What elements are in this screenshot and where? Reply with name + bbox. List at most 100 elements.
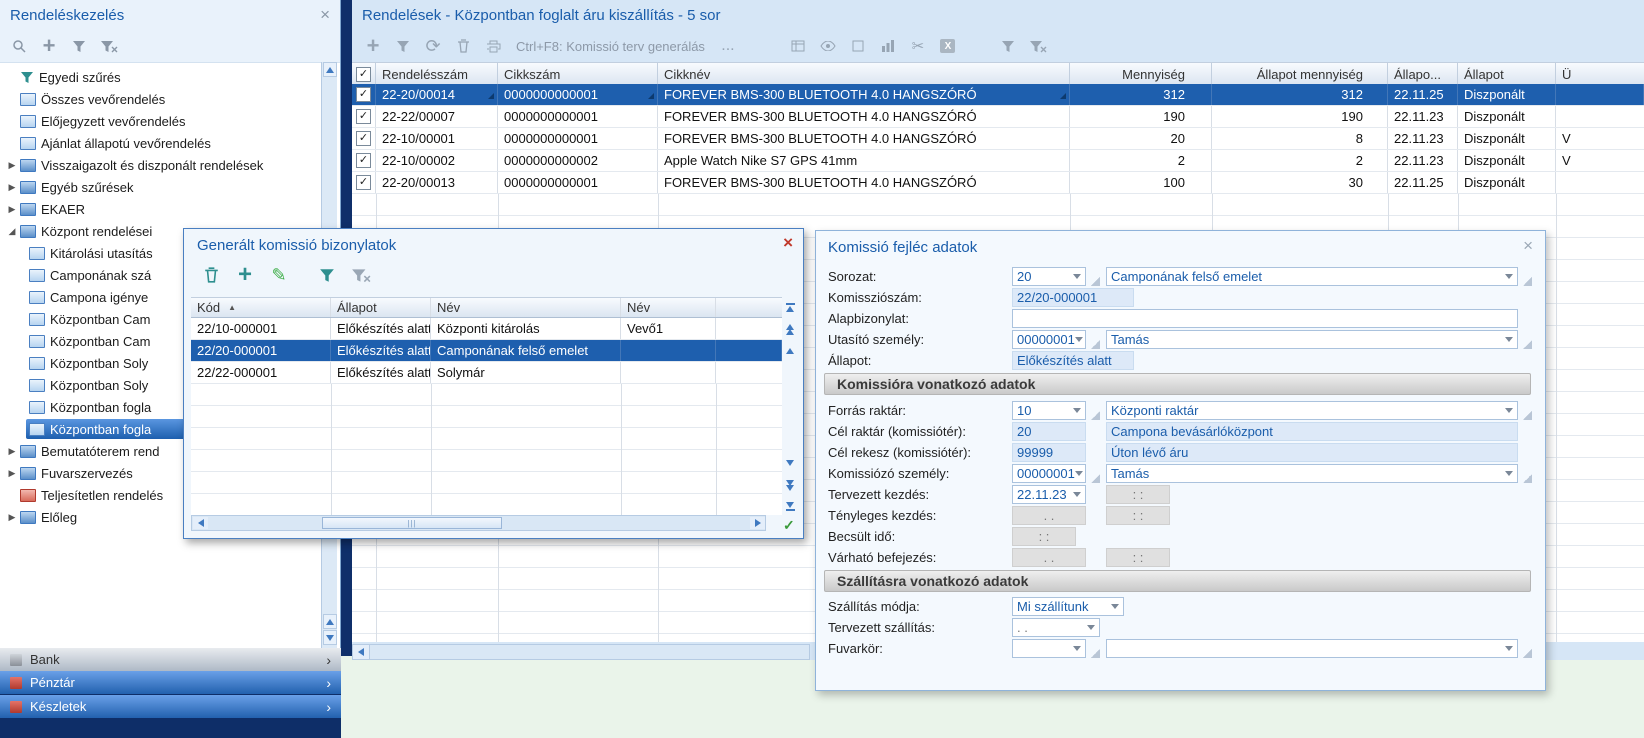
- scroll-to-bottom-icon[interactable]: [782, 499, 798, 515]
- column-header-nev-1[interactable]: Név: [431, 298, 621, 317]
- target-warehouse-name-field[interactable]: Campona bevásárlóközpont: [1106, 422, 1518, 441]
- cell-order-no[interactable]: 22-10/00001: [376, 128, 498, 149]
- close-icon[interactable]: ×: [320, 6, 330, 23]
- cell-qty[interactable]: 2: [1070, 150, 1212, 171]
- tree-item-egyeb-szuresek[interactable]: ▶Egyéb szűrések: [0, 176, 321, 198]
- column-header-status-qty[interactable]: Állapot mennyiség: [1212, 63, 1388, 85]
- cell-allapot[interactable]: Előkészítés alatt: [331, 340, 431, 361]
- column-header-kod[interactable]: Kód▲: [191, 298, 331, 317]
- chevron-right-icon[interactable]: ▶: [7, 204, 17, 215]
- tree-item-ekaer[interactable]: ▶EKAER: [0, 198, 321, 220]
- picker-name-select[interactable]: Tamás: [1106, 464, 1518, 483]
- cell-item-name[interactable]: FOREVER BMS-300 BLUETOOTH 4.0 HANGSZÓRÓ: [658, 172, 1070, 193]
- cell-status-date[interactable]: 22.11.25: [1388, 84, 1458, 105]
- cell-nev-2[interactable]: Vevő1: [621, 318, 716, 339]
- cell-allapot[interactable]: Előkészítés alatt: [331, 318, 431, 339]
- tree-item-elojegyzett[interactable]: Előjegyzett vevőrendelés: [0, 110, 321, 132]
- line-down-icon[interactable]: [782, 455, 798, 471]
- dialog-hscrollbar[interactable]: |||: [191, 515, 766, 531]
- table-row[interactable]: ✓ 22-10/00001 0000000000001 FOREVER BMS-…: [352, 128, 1644, 150]
- filter-icon[interactable]: [310, 263, 344, 287]
- cell-item-name[interactable]: FOREVER BMS-300 BLUETOOTH 4.0 HANGSZÓRÓ: [658, 128, 1070, 149]
- table-row[interactable]: ✓ 22-10/00002 0000000000002 Apple Watch …: [352, 150, 1644, 172]
- export-grid-icon[interactable]: [783, 34, 813, 58]
- scroll-to-top-icon[interactable]: [782, 299, 798, 315]
- chevron-expanded-icon[interactable]: ◢: [7, 226, 17, 237]
- page-up-icon[interactable]: [782, 321, 798, 337]
- scroll-down-icon[interactable]: [323, 630, 337, 645]
- cell-order-no[interactable]: 22-20/00013: [376, 172, 498, 193]
- instructor-name-select[interactable]: Tamás: [1106, 330, 1518, 349]
- planned-shipping-date-select[interactable]: . .: [1012, 618, 1100, 637]
- filter-icon[interactable]: [64, 34, 94, 58]
- column-header-partner[interactable]: Ü: [1556, 63, 1644, 85]
- cell-partner[interactable]: V: [1556, 128, 1644, 149]
- more-icon[interactable]: ...: [713, 34, 743, 58]
- table-row[interactable]: ✓ 22-22/00007 0000000000001 FOREVER BMS-…: [352, 106, 1644, 128]
- transport-round-code-select[interactable]: [1012, 639, 1086, 658]
- scroll-up-icon[interactable]: [323, 614, 337, 629]
- cell-nev-1[interactable]: Camponának felső emelet: [431, 340, 621, 361]
- tree-item-visszaigazolt[interactable]: ▶Visszaigazolt és diszponált rendelések: [0, 154, 321, 176]
- cell-qty[interactable]: 312: [1070, 84, 1212, 105]
- cell-kod[interactable]: 22/20-000001: [191, 340, 331, 361]
- planned-start-time-field[interactable]: : :: [1106, 485, 1170, 504]
- cell-kod[interactable]: 22/10-000001: [191, 318, 331, 339]
- cell-status-qty[interactable]: 30: [1212, 172, 1388, 193]
- cell-nev-2[interactable]: [621, 340, 716, 361]
- target-bin-name-field[interactable]: Úton lévő áru: [1106, 443, 1518, 462]
- cell-order-no[interactable]: 22-20/00014: [376, 84, 498, 105]
- cell-qty[interactable]: 20: [1070, 128, 1212, 149]
- cell-status[interactable]: Diszponált: [1458, 84, 1556, 105]
- base-document-field[interactable]: [1012, 309, 1518, 328]
- chevron-right-icon[interactable]: ▶: [7, 160, 17, 171]
- cell-order-no[interactable]: 22-22/00007: [376, 106, 498, 127]
- chevron-right-icon[interactable]: ▶: [7, 512, 17, 523]
- close-icon[interactable]: ×: [783, 234, 793, 251]
- cell-partner[interactable]: [1556, 106, 1644, 127]
- tree-item-ajanlat-allapotu[interactable]: Ajánlat állapotú vevőrendelés: [0, 132, 321, 154]
- filter-clear-icon[interactable]: [1023, 34, 1053, 58]
- clear-filter-icon[interactable]: [94, 34, 124, 58]
- cell-item-name[interactable]: Apple Watch Nike S7 GPS 41mm: [658, 150, 1070, 171]
- cell-partner[interactable]: [1556, 84, 1644, 105]
- cell-status-qty[interactable]: 190: [1212, 106, 1388, 127]
- line-up-icon[interactable]: [782, 343, 798, 359]
- nav-item-bank[interactable]: Bank ›: [0, 648, 341, 671]
- cell-allapot[interactable]: Előkészítés alatt: [331, 362, 431, 383]
- cell-order-no[interactable]: 22-10/00002: [376, 150, 498, 171]
- column-header-qty[interactable]: Mennyiség: [1070, 63, 1212, 85]
- instructor-code-select[interactable]: 00000001: [1012, 330, 1086, 349]
- column-header-status-date[interactable]: Állapo...: [1388, 63, 1458, 85]
- cell-status-date[interactable]: 22.11.23: [1388, 150, 1458, 171]
- chevron-right-icon[interactable]: ▶: [7, 446, 17, 457]
- column-header-nev-2[interactable]: Név: [621, 298, 716, 317]
- cell-status[interactable]: Diszponált: [1458, 150, 1556, 171]
- scroll-left-icon[interactable]: [353, 645, 370, 659]
- source-warehouse-name-select[interactable]: Központi raktár: [1106, 401, 1518, 420]
- add-icon[interactable]: +: [228, 263, 262, 287]
- cell-status[interactable]: Diszponált: [1458, 106, 1556, 127]
- shipping-mode-select[interactable]: Mi szállítunk: [1012, 597, 1124, 616]
- refresh-icon[interactable]: ⟳: [418, 34, 448, 58]
- nav-item-penztar[interactable]: Pénztár ›: [0, 671, 341, 694]
- series-name-select[interactable]: Camponának felső emelet: [1106, 267, 1518, 286]
- column-header-allapot[interactable]: Állapot: [331, 298, 431, 317]
- cell-status[interactable]: Diszponált: [1458, 172, 1556, 193]
- print-icon[interactable]: [478, 34, 508, 58]
- tree-item-osszes-vevorendeles[interactable]: Összes vevőrendelés: [0, 88, 321, 110]
- add-icon[interactable]: +: [358, 34, 388, 58]
- select-area-icon[interactable]: [843, 34, 873, 58]
- target-bin-code-field[interactable]: 99999: [1012, 443, 1086, 462]
- commission-number-field[interactable]: 22/20-000001: [1012, 288, 1134, 307]
- cell-item-no[interactable]: 0000000000001: [498, 84, 658, 105]
- cell-status-date[interactable]: 22.11.23: [1388, 128, 1458, 149]
- cell-item-no[interactable]: 0000000000001: [498, 106, 658, 127]
- cell-partner[interactable]: V: [1556, 150, 1644, 171]
- filter-apply-icon[interactable]: [993, 34, 1023, 58]
- row-checkbox[interactable]: ✓: [356, 131, 371, 146]
- apply-check-icon[interactable]: ✓: [783, 517, 795, 534]
- column-header-item-name[interactable]: Cikknév: [658, 63, 1070, 85]
- checkbox-checked-icon[interactable]: ✓: [356, 67, 371, 82]
- cell-qty[interactable]: 190: [1070, 106, 1212, 127]
